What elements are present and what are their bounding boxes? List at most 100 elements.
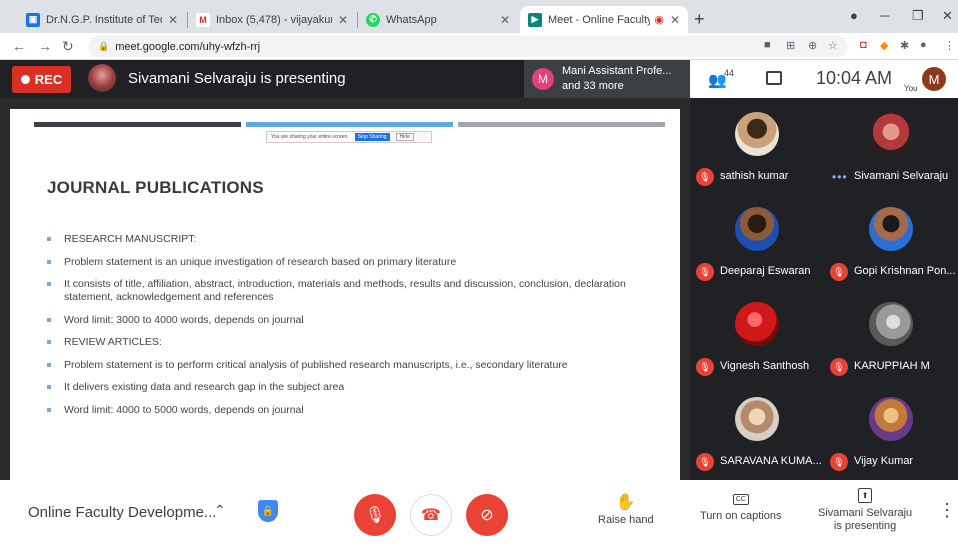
meeting-clock: 10:04 AM (816, 68, 893, 88)
mic-muted-icon: 🎙 (696, 453, 714, 471)
url-text: meet.google.com/uhy-wfzh-rrj (115, 40, 261, 53)
participant-name: sathish kumar (720, 170, 789, 182)
browser-menu-icon[interactable]: ⋮ (944, 39, 955, 52)
hide-button[interactable]: Hide (395, 133, 414, 141)
presentation-area: You are sharing your entire screen. Stop… (0, 98, 690, 480)
slide-stripe (458, 122, 665, 127)
list-item: RESEARCH MANUSCRIPT: (47, 233, 667, 246)
slide-stripe (34, 122, 241, 127)
restore-icon[interactable]: ❐ (912, 8, 924, 24)
close-tab-icon[interactable]: ✕ (338, 13, 348, 27)
list-item: Word limit: 4000 to 5000 words, depends … (47, 404, 667, 417)
pinned-name: Mani Assistant Profe... (562, 65, 672, 77)
tab-whatsapp[interactable]: ✆ WhatsApp ✕ (358, 6, 518, 33)
avatar (735, 207, 779, 251)
participant-tile[interactable]: ••• Sivamani Selvaraju (824, 98, 958, 193)
tab-meet[interactable]: ▶ Meet - Online Faculty Develo ◉ ✕ (520, 6, 688, 33)
participant-tile[interactable]: 🎙 Gopi Krishnan Pon... (824, 193, 958, 288)
bookmark-star-icon[interactable]: ☆ (828, 39, 838, 52)
extensions-puzzle-icon[interactable]: ✱ (900, 39, 909, 52)
pinned-participants[interactable]: M Mani Assistant Profe... and 33 more (524, 60, 690, 98)
avatar (869, 112, 913, 156)
participant-tile[interactable]: 🎙 Deeparaj Eswaran (690, 193, 824, 288)
raise-hand-icon: ✋ (615, 494, 636, 511)
profile-indicator-icon[interactable]: ● (850, 8, 858, 23)
bottom-control-bar: Online Faculty Developme... ⌃ 🔒 🎙 ☎ ⊘ ✋ … (0, 480, 958, 546)
avatar (735, 112, 779, 156)
pocket-extension-icon[interactable]: ◘ (860, 39, 867, 51)
list-item: Word limit: 3000 to 4000 words, depends … (47, 314, 667, 327)
close-tab-icon[interactable]: ✕ (670, 13, 680, 27)
zoom-icon[interactable]: ⊕ (808, 39, 817, 52)
presenting-line1: Sivamani Selvaraju (818, 507, 913, 519)
mic-off-icon: 🎙 (364, 507, 386, 524)
address-row: ← → ↻ 🔒 meet.google.com/uhy-wfzh-rrj ■ ⊞… (0, 33, 958, 60)
minimize-icon[interactable]: ─ (880, 8, 889, 23)
new-tab-button[interactable]: + (694, 9, 705, 30)
mic-muted-icon: 🎙 (696, 263, 714, 281)
mic-muted-icon: 🎙 (830, 263, 848, 281)
gmail-favicon-icon: M (196, 12, 210, 27)
presenting-text: Sivamani Selvaraju is presenting (128, 70, 346, 87)
avatar (869, 207, 913, 251)
hang-up-icon: ☎ (421, 507, 441, 524)
tab-title: Dr.N.G.P. Institute of Technology (46, 13, 162, 26)
presentation-button[interactable]: ⬆ Sivamani Selvaraju is presenting (818, 488, 912, 533)
mic-muted-icon: 🎙 (830, 453, 848, 471)
meeting-meta-bar: 👥 44 10:04 AM You M (690, 60, 958, 98)
slide-title: JOURNAL PUBLICATIONS (47, 178, 264, 197)
leave-call-button[interactable]: ☎ (410, 494, 452, 536)
avatar (869, 302, 913, 346)
participant-name: KARUPPIAH M (854, 360, 930, 372)
participant-grid: 🎙 sathish kumar ••• Sivamani Selvaraju 🎙… (690, 98, 958, 480)
captions-label: Turn on captions (700, 510, 782, 522)
avatar (735, 302, 779, 346)
meeting-safety-icon[interactable]: 🔒 (258, 500, 278, 522)
people-count: 44 (724, 68, 735, 78)
reload-icon[interactable]: ↻ (62, 38, 74, 55)
back-icon[interactable]: ← (12, 38, 26, 54)
captions-button[interactable]: CC Turn on captions (700, 492, 782, 522)
chat-icon[interactable] (766, 71, 782, 85)
list-item: Problem statement is an unique investiga… (47, 256, 667, 269)
avatar: M (532, 68, 554, 90)
slide-stripe (246, 122, 453, 127)
close-window-icon[interactable]: ✕ (942, 8, 953, 24)
extension-icon[interactable]: ◆ (880, 39, 888, 52)
avatar[interactable]: M (922, 67, 946, 91)
close-tab-icon[interactable]: ✕ (500, 13, 510, 27)
camera-toggle-button[interactable]: ⊘ (466, 494, 508, 536)
camera-icon[interactable]: ■ (764, 39, 771, 51)
participant-name: SARAVANA KUMA... (720, 455, 822, 467)
slide-bullets: RESEARCH MANUSCRIPT: Problem statement i… (47, 233, 667, 426)
whatsapp-favicon-icon: ✆ (366, 12, 380, 27)
list-item: It delivers existing data and research g… (47, 381, 667, 394)
mic-toggle-button[interactable]: 🎙 (354, 494, 396, 536)
chevron-up-icon[interactable]: ⌃ (214, 502, 226, 519)
participant-tile[interactable]: 🎙 KARUPPIAH M (824, 288, 958, 383)
avatar (735, 397, 779, 441)
record-dot-icon (20, 75, 30, 84)
meeting-title[interactable]: Online Faculty Developme... (28, 504, 216, 521)
college-favicon-icon: ▣ (26, 12, 40, 27)
browser-tab-strip: ▣ Dr.N.G.P. Institute of Technology ✕ M … (0, 0, 958, 33)
profile-icon[interactable]: ● (920, 39, 927, 51)
more-options-icon[interactable]: ⋮ (938, 500, 956, 521)
participant-name: Gopi Krishnan Pon... (854, 265, 956, 277)
raise-hand-button[interactable]: ✋ Raise hand (598, 492, 654, 526)
close-tab-icon[interactable]: ✕ (168, 13, 178, 27)
install-app-icon[interactable]: ⊞ (786, 39, 795, 52)
stop-sharing-button[interactable]: Stop Sharing (354, 133, 390, 141)
participant-tile[interactable]: 🎙 sathish kumar (690, 98, 824, 193)
address-bar[interactable]: 🔒 meet.google.com/uhy-wfzh-rrj (88, 36, 848, 57)
recording-indicator-icon: ◉ (654, 14, 664, 26)
tab-gmail[interactable]: M Inbox (5,478) - vijayakumar@dr ✕ (188, 6, 356, 33)
participant-tile[interactable]: 🎙 SARAVANA KUMA... (690, 383, 824, 478)
forward-icon[interactable]: → (38, 38, 52, 54)
tab-college[interactable]: ▣ Dr.N.G.P. Institute of Technology ✕ (18, 6, 186, 33)
participant-tile[interactable]: 🎙 Vijay Kumar (824, 383, 958, 478)
list-item: REVIEW ARTICLES: (47, 336, 667, 349)
participant-tile[interactable]: 🎙 Vignesh Santhosh (690, 288, 824, 383)
share-notice-text: You are sharing your entire screen. (271, 134, 349, 140)
meet-favicon-icon: ▶ (528, 12, 542, 27)
